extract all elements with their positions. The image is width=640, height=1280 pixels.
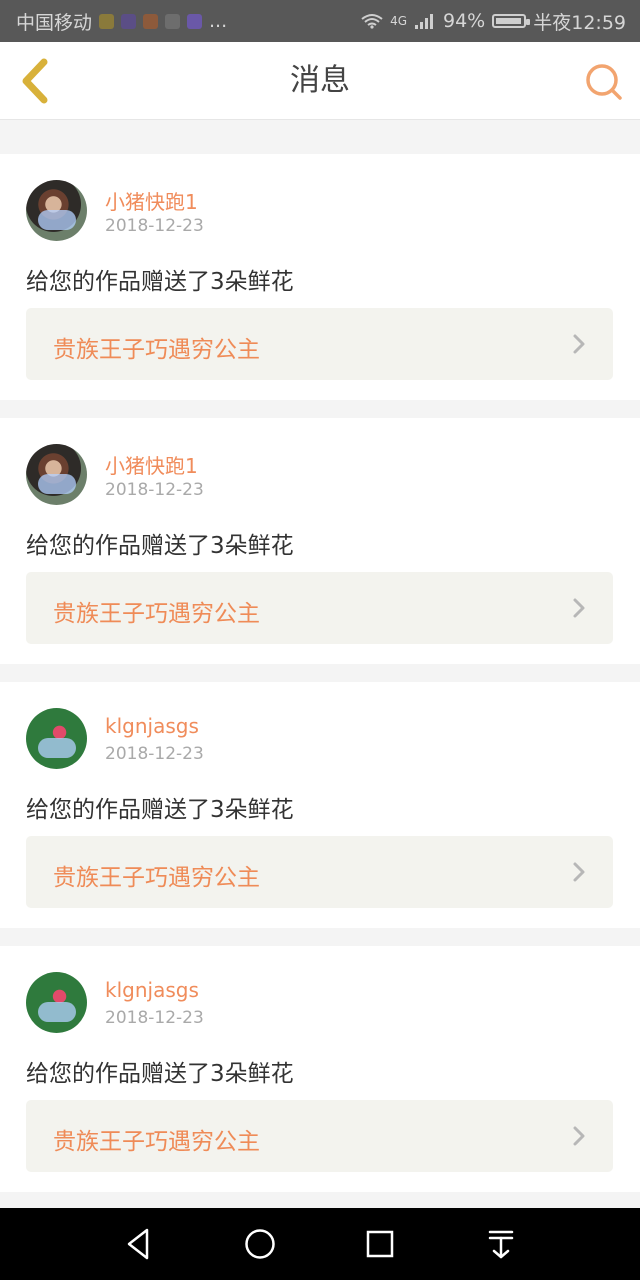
message-text: 给您的作品赠送了3朵鲜花: [26, 269, 294, 295]
system-navigation-bar: [0, 1208, 640, 1280]
page-title: 消息: [290, 63, 350, 98]
avatar[interactable]: [26, 444, 87, 505]
message-date: 2018-12-23: [105, 480, 204, 500]
message-date: 2018-12-23: [105, 1008, 204, 1028]
work-title: 贵族王子巧遇穷公主: [53, 601, 260, 627]
carrier-label: 中国移动: [16, 11, 93, 34]
avatar-pattern: [38, 1002, 76, 1022]
avatar[interactable]: [26, 972, 87, 1033]
status-right: 4G 94% 半夜12:59: [361, 8, 626, 35]
message-date: 2018-12-23: [105, 744, 204, 764]
work-title: 贵族王子巧遇穷公主: [53, 337, 260, 363]
app-header: 消息: [0, 42, 640, 120]
message-date: 2018-12-23: [105, 216, 204, 236]
chevron-right-icon: [573, 598, 585, 618]
status-left: 中国移动 ...: [16, 8, 227, 35]
clock: 半夜12:59: [533, 11, 626, 34]
message-card-2: 小猪快跑1 2018-12-23 给您的作品赠送了3朵鲜花 贵族王子巧遇穷公主: [0, 418, 640, 664]
message-card-3: klgnjasgs 2018-12-23 给您的作品赠送了3朵鲜花 贵族王子巧遇…: [0, 682, 640, 928]
search-button[interactable]: [584, 62, 624, 102]
nav-recents-button[interactable]: [360, 1224, 400, 1264]
username[interactable]: klgnjasgs: [105, 714, 199, 738]
pull-down-notifications-icon: [488, 1230, 514, 1259]
notification-icon-5: [187, 13, 203, 29]
notification-icon-1: [99, 13, 115, 29]
battery-percent: 94%: [443, 10, 486, 32]
chevron-right-icon: [573, 1126, 585, 1146]
work-title: 贵族王子巧遇穷公主: [53, 1129, 260, 1155]
message-text: 给您的作品赠送了3朵鲜花: [26, 533, 294, 559]
status-bar: 中国移动 ... 4G 94% 半夜12:59: [0, 0, 640, 42]
username[interactable]: 小猪快跑1: [105, 186, 198, 215]
avatar[interactable]: [26, 708, 87, 769]
signal-icon: [415, 14, 433, 29]
square-recents-icon: [366, 1230, 394, 1258]
work-link[interactable]: 贵族王子巧遇穷公主: [26, 308, 613, 380]
notification-icon-2: [121, 13, 137, 29]
wifi-icon: [361, 14, 383, 29]
triangle-back-icon: [127, 1228, 149, 1260]
message-card-1: 小猪快跑1 2018-12-23 给您的作品赠送了3朵鲜花 贵族王子巧遇穷公主: [0, 154, 640, 400]
chevron-right-icon: [573, 334, 585, 354]
work-title: 贵族王子巧遇穷公主: [53, 865, 260, 891]
search-icon: [586, 64, 622, 100]
avatar-pattern: [38, 738, 76, 758]
avatar[interactable]: [26, 180, 87, 241]
more-notifications: ...: [209, 10, 228, 32]
username[interactable]: klgnjasgs: [105, 978, 199, 1002]
battery-fill: [496, 18, 521, 24]
work-link[interactable]: 贵族王子巧遇穷公主: [26, 572, 613, 644]
avatar-pattern: [38, 474, 76, 494]
username[interactable]: 小猪快跑1: [105, 450, 198, 479]
avatar-pattern: [38, 210, 76, 230]
message-text: 给您的作品赠送了3朵鲜花: [26, 797, 294, 823]
network-type: 4G: [390, 14, 407, 28]
message-card-4: klgnjasgs 2018-12-23 给您的作品赠送了3朵鲜花 贵族王子巧遇…: [0, 946, 640, 1192]
nav-notifications-button[interactable]: [481, 1224, 521, 1264]
notification-icon-4: [165, 13, 181, 29]
nav-back-button[interactable]: [119, 1224, 159, 1264]
chevron-right-icon: [573, 862, 585, 882]
work-link[interactable]: 贵族王子巧遇穷公主: [26, 836, 613, 908]
circle-home-icon: [245, 1229, 275, 1259]
work-link[interactable]: 贵族王子巧遇穷公主: [26, 1100, 613, 1172]
message-text: 给您的作品赠送了3朵鲜花: [26, 1061, 294, 1087]
notification-icon-3: [143, 13, 159, 29]
battery-icon: [492, 14, 531, 28]
nav-home-button[interactable]: [240, 1224, 280, 1264]
